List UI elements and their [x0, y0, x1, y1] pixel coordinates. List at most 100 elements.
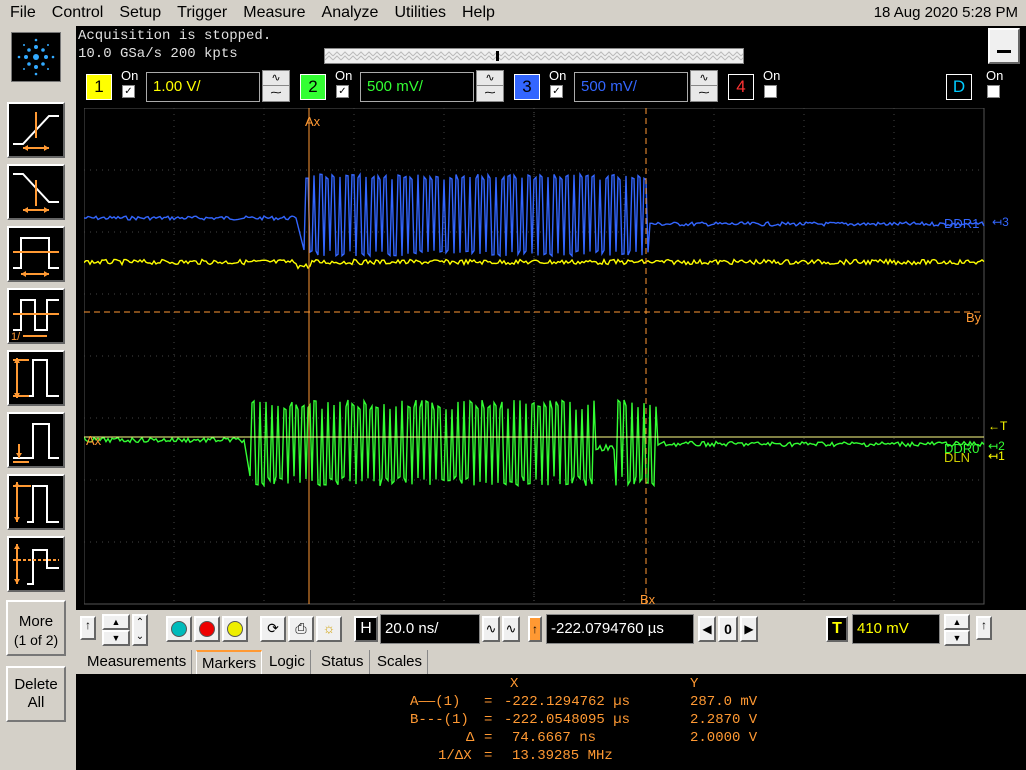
channel-2-scale[interactable]: 500 mV/ — [360, 72, 474, 102]
timeline-pattern — [325, 49, 743, 63]
transition-icon — [13, 482, 59, 523]
period-trigger-button[interactable]: 1/ — [7, 288, 65, 344]
menu-bar: File Control Setup Trigger Measure Analy… — [0, 0, 1026, 26]
channel-1-scale[interactable]: 1.00 V/ — [146, 72, 260, 102]
print-button[interactable]: ⎙ — [288, 616, 314, 642]
delay-right-button[interactable]: ▶ — [740, 616, 758, 642]
channel-1-checkbox[interactable]: ✓ — [122, 85, 135, 98]
runt-icon — [13, 423, 59, 463]
runt-trigger-button[interactable] — [7, 412, 65, 468]
minimize-icon — [997, 50, 1011, 53]
edge-trigger-rising-button[interactable] — [7, 102, 65, 158]
channel-1-offset-marker[interactable]: ↤1 — [988, 449, 1005, 463]
channel-2-checkbox[interactable]: ✓ — [336, 85, 349, 98]
more-button-page: (1 of 2) — [13, 632, 59, 648]
channel-3-marker-num: 3 — [1002, 215, 1009, 229]
timebase-down-button[interactable]: ∿ — [482, 616, 500, 642]
marker-b-label: B---(1) — [410, 712, 469, 728]
delay-reference-icon[interactable]: ↑ — [528, 616, 542, 642]
channel-4-button[interactable]: 4 — [728, 74, 754, 100]
trigger-button[interactable]: T — [826, 616, 848, 642]
delay-field[interactable]: -222.0794760 µs — [546, 614, 694, 644]
brightness-icon[interactable]: ☼ — [316, 616, 342, 642]
pin-up-arrow-icon-2[interactable]: ↑ — [976, 616, 992, 640]
window-icon — [13, 544, 59, 585]
autoscale-button[interactable]: ⟳ — [260, 616, 286, 642]
tab-scales[interactable]: Scales — [372, 650, 429, 674]
menu-setup[interactable]: Setup — [111, 0, 169, 26]
setup-hold-trigger-button[interactable] — [7, 350, 65, 406]
color-red-button[interactable] — [194, 616, 220, 642]
channel-3-scale[interactable]: 500 mV/ — [574, 72, 688, 102]
marker-ax-label: Ax — [305, 114, 321, 129]
horizontal-controls: ↑ ▲ ▼ ⌃ ⌄ ⟳ ⎙ ☼ H 20.0 ns/ ∿ ∿ ↑ -222.079… — [76, 610, 1026, 648]
channel-3-coupling[interactable]: ∿ ⁓ — [690, 70, 718, 102]
ddr0-label: DDR0 — [944, 441, 979, 456]
edge-trigger-falling-button[interactable] — [7, 164, 65, 220]
brand-logo — [11, 32, 61, 82]
trigger-level-field[interactable]: 410 mV — [852, 614, 940, 644]
channel-3-offset-marker[interactable]: ↤3 — [992, 215, 1009, 229]
results-tabs: Measurements Markers Logic Status Scales — [76, 648, 1026, 674]
menu-help[interactable]: Help — [454, 0, 503, 26]
marker-ax-left-label: Ax — [86, 433, 102, 448]
trigger-level-up-button[interactable]: ▲ — [944, 614, 970, 630]
menu-analyze[interactable]: Analyze — [314, 0, 387, 26]
channel-1-coupling[interactable]: ∿ ⁓ — [262, 70, 290, 102]
expand-button[interactable]: ⌃ ⌄ — [132, 614, 148, 646]
left-toolbar: 1/ More (1 of 2) Delete All — [0, 26, 74, 770]
color-teal-button[interactable] — [166, 616, 192, 642]
memory-timeline-bar[interactable] — [324, 48, 744, 64]
digital-checkbox[interactable] — [987, 85, 1000, 98]
sample-rate-info: 10.0 GSa/s 200 kpts — [78, 46, 238, 62]
marker-a-eq: = — [484, 694, 493, 710]
menu-utilities[interactable]: Utilities — [386, 0, 454, 26]
horizontal-button[interactable]: H — [354, 616, 378, 642]
tab-measurements[interactable]: Measurements — [82, 650, 193, 674]
marker-delta-y: 2.0000 V — [690, 730, 758, 746]
channel-4-checkbox[interactable] — [764, 85, 777, 98]
trigger-marker-label: T — [1000, 419, 1008, 433]
dc-coupling-icon: ⁓ — [484, 87, 496, 99]
menu-control[interactable]: Control — [44, 0, 112, 26]
menu-file[interactable]: File — [0, 0, 44, 26]
more-button[interactable]: More (1 of 2) — [6, 600, 66, 656]
channel-3-on-label: On — [549, 68, 567, 83]
timebase-field[interactable]: 20.0 ns/ — [380, 614, 480, 644]
more-button-label: More — [18, 613, 54, 630]
delete-all-button[interactable]: Delete All — [6, 666, 66, 722]
channel-3-button[interactable]: 3 — [514, 74, 540, 100]
pulse-width-trigger-button[interactable] — [7, 226, 65, 282]
channel-1-marker-num: 1 — [998, 449, 1005, 463]
window-trigger-button[interactable] — [7, 536, 65, 592]
minimize-button[interactable] — [988, 28, 1020, 64]
trigger-level-marker[interactable]: ←T — [988, 419, 1008, 433]
marker-a-label: A——(1) — [410, 694, 461, 710]
delay-zero-button[interactable]: 0 — [718, 616, 738, 642]
color-yellow-button[interactable] — [222, 616, 248, 642]
channel-2-coupling[interactable]: ∿ ⁓ — [476, 70, 504, 102]
red-dot-icon — [199, 621, 215, 637]
tab-markers[interactable]: Markers — [196, 650, 263, 674]
channel-3-checkbox[interactable]: ✓ — [550, 85, 563, 98]
scroll-down-button[interactable]: ▼ — [102, 630, 130, 646]
timebase-up-button[interactable]: ∿ — [502, 616, 520, 642]
transition-trigger-button[interactable] — [7, 474, 65, 530]
menu-measure[interactable]: Measure — [235, 0, 313, 26]
digital-channels-button[interactable]: D — [946, 74, 972, 100]
date-time: 18 Aug 2020 5:28 PM — [873, 4, 1018, 21]
tab-status[interactable]: Status — [316, 650, 370, 674]
delay-left-button[interactable]: ◀ — [698, 616, 716, 642]
marker-b-eq: = — [484, 712, 493, 728]
channel-2-button[interactable]: 2 — [300, 74, 326, 100]
delete-button-label-1: Delete — [14, 676, 58, 693]
waveform-display[interactable]: Ax Bx By Ax DDR1 DLN DDR0 — [76, 104, 988, 610]
trigger-level-down-button[interactable]: ▼ — [944, 630, 970, 646]
dc-coupling-icon: ⁓ — [698, 87, 710, 99]
scroll-up-button[interactable]: ▲ — [102, 614, 130, 630]
tab-logic[interactable]: Logic — [264, 650, 311, 674]
pin-up-arrow-icon[interactable]: ↑ — [80, 616, 96, 640]
channel-2-on-label: On — [335, 68, 353, 83]
menu-trigger[interactable]: Trigger — [169, 0, 235, 26]
channel-1-button[interactable]: 1 — [86, 74, 112, 100]
